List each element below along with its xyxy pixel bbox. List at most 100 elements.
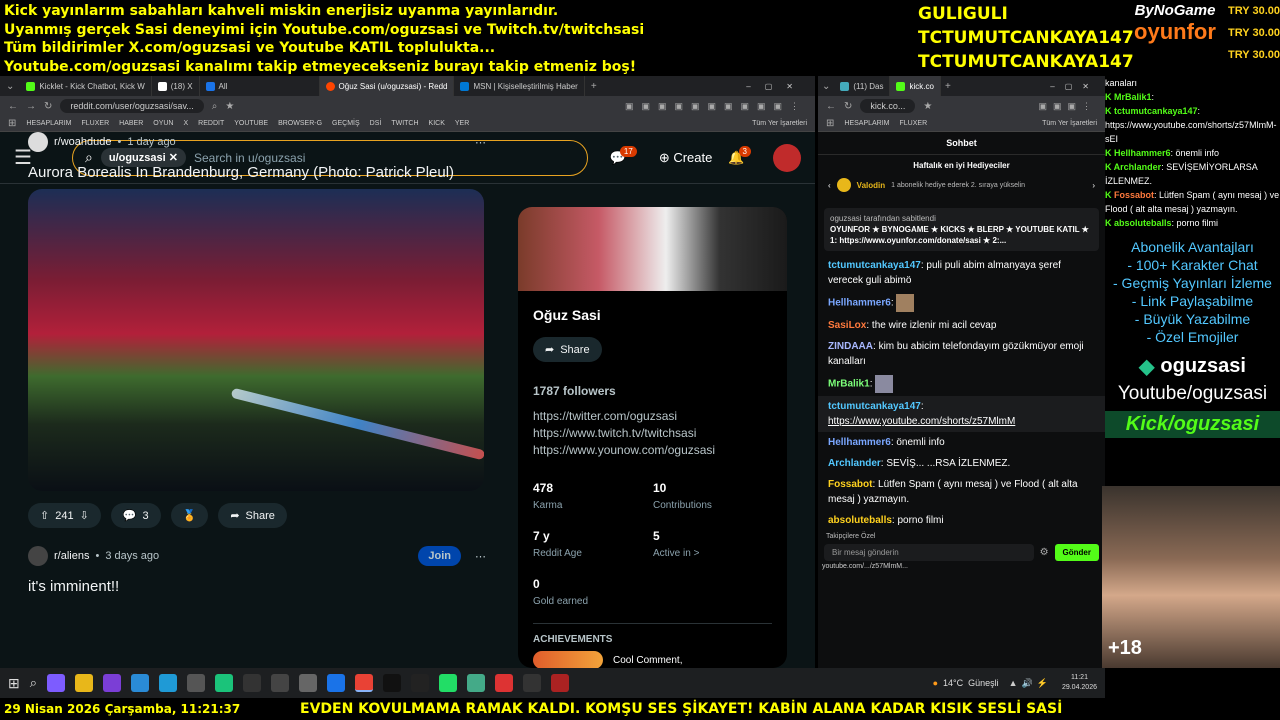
social-link[interactable]: https://twitter.com/oguzsasi — [533, 408, 772, 425]
notifications-button[interactable]: 🔔3 — [728, 145, 757, 166]
chrome-icon[interactable] — [355, 674, 374, 692]
chat-message[interactable]: tctumutcankaya147: puli puli abim almany… — [818, 255, 1105, 291]
edge-icon[interactable] — [131, 674, 150, 692]
more-icon[interactable]: ⋯ — [475, 136, 486, 149]
subreddit-avatar[interactable] — [28, 546, 48, 566]
reload-icon[interactable]: ↻ — [844, 101, 852, 112]
search-icon[interactable]: ⌕ — [30, 675, 37, 691]
back-icon[interactable]: ← — [826, 101, 836, 112]
tab-kick[interactable]: kick.co — [890, 76, 941, 96]
send-button[interactable]: Gönder — [1054, 544, 1099, 561]
chat-username[interactable]: MrBalik1 — [828, 379, 870, 390]
onenote-icon[interactable] — [103, 674, 122, 692]
apps-icon[interactable]: ⊞ — [826, 118, 834, 129]
extension-icons[interactable]: ▣▣▣⋮ — [1038, 101, 1097, 112]
tab-dashboard[interactable]: (11) Das — [834, 76, 891, 96]
zoom-icon[interactable]: ⌕ — [212, 101, 218, 112]
chat-username[interactable]: SasiLox — [828, 320, 866, 331]
chat-input[interactable]: Bir mesaj gönderin — [824, 544, 1034, 561]
chat-username[interactable]: ZINDAAA — [828, 341, 873, 352]
post-card[interactable]: r/woahdude • 1 day ago ⋯ Aurora Borealis… — [28, 132, 494, 528]
profile-share-button[interactable]: ➦ Share — [533, 337, 602, 362]
tray-weather[interactable]: ● 14°C Güneşli — [933, 678, 999, 688]
tab-reddit[interactable]: Oğuz Sasi (u/oguzsasi) - Redd — [319, 76, 455, 96]
vote-button[interactable]: ⇧ 241 ⇩ — [28, 503, 101, 528]
social-link[interactable]: https://www.younow.com/oguzsasi — [533, 442, 772, 459]
tab-menu-icon[interactable]: ⌄ — [0, 81, 20, 92]
upvote-icon[interactable]: ⇧ — [40, 509, 49, 522]
post-card[interactable]: r/aliens • 3 days ago Join ⋯ it's immine… — [28, 546, 494, 595]
join-button[interactable]: Join — [418, 546, 461, 566]
subreddit-name[interactable]: r/woahdude — [54, 136, 112, 148]
window-controls[interactable]: –▢✕ — [746, 82, 815, 91]
chevron-left-icon[interactable]: ‹ — [828, 181, 831, 190]
tray-clock[interactable]: 11:21 29.04.2026 — [1062, 673, 1097, 693]
chat-link[interactable]: https://www.youtube.com/shorts/z57MlmM — [828, 416, 1015, 427]
windows-start-icon[interactable]: ⊞ — [8, 675, 20, 692]
gifter-name[interactable]: Valodin — [857, 181, 885, 190]
settings-icon[interactable]: ⚙ — [1040, 547, 1049, 558]
url-field[interactable]: reddit.com/user/oguzsasi/sav... — [60, 99, 204, 113]
obs-icon[interactable] — [243, 674, 262, 692]
achievement-row[interactable]: Cool Comment, — [533, 651, 772, 668]
award-button[interactable]: 🏅 — [170, 503, 209, 528]
app-icon[interactable] — [467, 674, 486, 692]
bookmark-star-icon[interactable]: ★ — [225, 101, 234, 112]
chat-username[interactable]: Fossabot — [828, 479, 872, 490]
subreddit-avatar[interactable] — [28, 132, 48, 152]
post-image[interactable] — [28, 189, 484, 491]
app-icon[interactable] — [551, 674, 570, 692]
chat-message[interactable]: absoluteballs: porno filmi — [818, 510, 1105, 531]
pen-app-icon[interactable] — [47, 674, 66, 692]
chatgpt-icon[interactable] — [523, 674, 542, 692]
chat-message[interactable]: Fossabot: Lütfen Spam ( aynı mesaj ) ve … — [818, 474, 1105, 510]
social-link[interactable]: https://www.twitch.tv/twitchsasi — [533, 425, 772, 442]
chat-username[interactable]: Archlander — [828, 458, 881, 469]
forward-icon[interactable]: → — [26, 101, 36, 112]
bookmark-star-icon[interactable]: ★ — [923, 101, 932, 112]
chat-message[interactable]: ZINDAAA: kim bu abicim telefondayım gözü… — [818, 336, 1105, 372]
chat-button[interactable]: 💬17 — [610, 145, 643, 166]
more-icon[interactable]: ⋯ — [475, 550, 486, 563]
app-icon[interactable] — [383, 674, 402, 692]
app-icon[interactable] — [411, 674, 430, 692]
tab-kicklet[interactable]: Kicklet - Kick Chatbot, Kick W — [20, 76, 152, 96]
chevron-right-icon[interactable]: › — [1092, 181, 1095, 190]
new-tab-icon[interactable]: + — [941, 81, 955, 92]
chat-username[interactable]: Hellhammer6 — [828, 437, 891, 448]
subreddit-name[interactable]: r/aliens — [54, 550, 89, 562]
vivaldi-icon[interactable] — [495, 674, 514, 692]
app-icon[interactable] — [327, 674, 346, 692]
downvote-icon[interactable]: ⇩ — [80, 509, 89, 522]
chat-message[interactable]: Archlander: SEVİŞ... ...RSA İZLENMEZ. — [818, 453, 1105, 474]
chat-message[interactable]: tctumutcankaya147: https://www.youtube.c… — [818, 396, 1105, 432]
extension-icons[interactable]: ▣▣▣▣▣▣▣▣▣▣⋮ — [625, 101, 807, 112]
stat-active-in[interactable]: 5 Active in > — [653, 529, 773, 561]
post-title[interactable]: it's imminent!! — [28, 578, 494, 595]
folder-icon[interactable] — [75, 674, 94, 692]
url-field[interactable]: kick.co... — [860, 99, 916, 113]
comments-button[interactable]: 💬 3 — [110, 503, 161, 528]
app-icon[interactable] — [271, 674, 290, 692]
chat-message[interactable]: Hellhammer6: önemli info — [818, 432, 1105, 453]
chat-username[interactable]: Hellhammer6 — [828, 298, 891, 309]
window-controls[interactable]: –▢✕ — [1050, 82, 1105, 91]
post-title[interactable]: Aurora Borealis In Brandenburg, Germany … — [28, 164, 494, 181]
create-button[interactable]: ⊕ Create — [659, 150, 713, 166]
bookmark-fluxer[interactable]: FLUXER — [900, 120, 928, 127]
app-icon[interactable] — [215, 674, 234, 692]
tab-menu-icon[interactable]: ⌄ — [818, 81, 834, 92]
new-tab-icon[interactable]: + — [585, 81, 603, 92]
tab-all[interactable]: All — [200, 76, 320, 96]
chat-username[interactable]: absoluteballs — [828, 515, 892, 526]
chat-message[interactable]: MrBalik1: — [818, 372, 1105, 396]
back-icon[interactable]: ← — [8, 101, 18, 112]
chat-username[interactable]: tctumutcankaya147 — [828, 401, 921, 412]
bookmark-hesaplarim[interactable]: HESAPLARIM — [844, 120, 889, 127]
edge-beta-icon[interactable] — [159, 674, 178, 692]
chat-message[interactable]: Hellhammer6: — [818, 291, 1105, 315]
tray-icons[interactable]: ▲🔊⚡ — [1009, 678, 1052, 689]
avatar[interactable] — [773, 143, 801, 172]
chat-message[interactable]: SasiLox: the wire izlenir mi acil cevap — [818, 315, 1105, 336]
bookmark-all[interactable]: Tüm Yer İşaretleri — [1042, 120, 1097, 127]
